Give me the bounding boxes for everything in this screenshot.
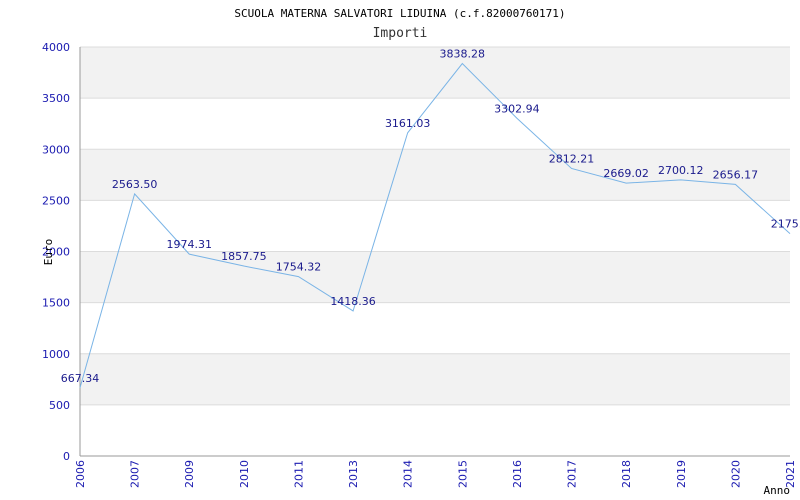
- x-tick-label: 2014: [402, 460, 415, 488]
- data-label: 2175.2: [771, 218, 800, 231]
- data-label: 1857.75: [221, 250, 267, 263]
- data-label: 667.34: [61, 372, 100, 385]
- plot-band: [80, 302, 790, 354]
- x-tick-label: 2019: [675, 460, 688, 488]
- x-axis-label: Anno: [764, 484, 791, 497]
- y-tick-label: 2500: [42, 194, 70, 207]
- data-label: 3161.03: [385, 117, 431, 130]
- plot-band: [80, 98, 790, 150]
- y-axis-label: Euro: [42, 239, 55, 266]
- y-tick-label: 3000: [42, 143, 70, 156]
- x-tick-label: 2007: [129, 460, 142, 488]
- chart-subtitle: Importi: [373, 26, 428, 41]
- data-label: 1974.31: [166, 238, 212, 251]
- x-tick-label: 2006: [74, 460, 87, 488]
- x-tick-label: 2017: [566, 460, 579, 488]
- x-tick-label: 2013: [347, 460, 360, 488]
- data-label: 2669.02: [603, 167, 649, 180]
- data-label: 2812.21: [549, 152, 595, 165]
- plot-band: [80, 251, 790, 303]
- chart-root: SCUOLA MATERNA SALVATORI LIDUINA (c.f.82…: [42, 7, 800, 497]
- y-tick-label: 1500: [42, 297, 70, 310]
- data-label: 1418.36: [330, 295, 376, 308]
- x-axis: 2006 2007 2009 2010 2011 2013 2014 2015 2016 2017…: [74, 455, 797, 488]
- y-tick-label: 500: [49, 399, 70, 412]
- data-label: 3838.28: [440, 48, 486, 61]
- y-tick-label: 1000: [42, 348, 70, 361]
- data-label: 2563.50: [112, 178, 158, 191]
- plot-band: [80, 47, 790, 99]
- x-tick-label: 2020: [729, 460, 742, 488]
- chart-title: SCUOLA MATERNA SALVATORI LIDUINA (c.f.82…: [234, 7, 565, 20]
- y-tick-label: 0: [63, 450, 70, 463]
- data-label: 2700.12: [658, 164, 704, 177]
- plot-band: [80, 404, 790, 456]
- x-tick-label: 2009: [183, 460, 196, 488]
- x-tick-label: 2018: [620, 460, 633, 488]
- data-label: 1754.32: [276, 261, 322, 274]
- plot-band: [80, 353, 790, 405]
- x-tick-label: 2015: [456, 460, 469, 488]
- x-tick-label: 2010: [238, 460, 251, 488]
- y-tick-label: 4000: [42, 41, 70, 54]
- y-tick-label: 3500: [42, 92, 70, 105]
- x-tick-label: 2016: [511, 460, 524, 488]
- data-label: 2656.17: [713, 168, 759, 181]
- data-label: 3302.94: [494, 102, 540, 115]
- x-tick-label: 2011: [292, 460, 305, 488]
